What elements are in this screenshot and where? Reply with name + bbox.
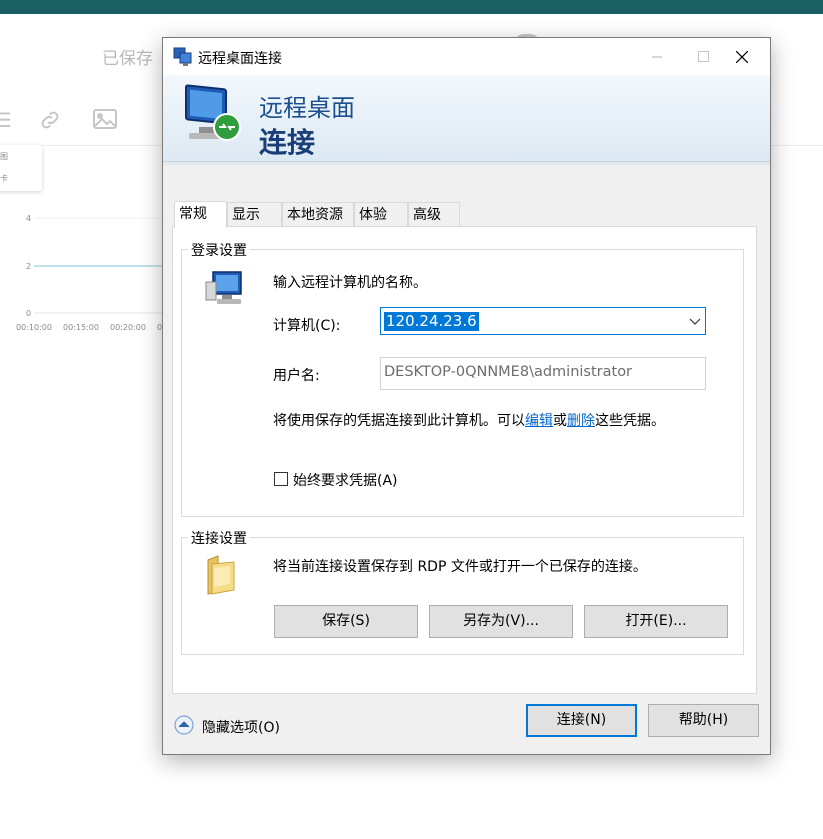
- connection-description: 将当前连接设置保存到 RDP 文件或打开一个已保存的连接。: [273, 559, 647, 575]
- title-bar[interactable]: 远程桌面连接: [163, 38, 770, 75]
- computer-combobox[interactable]: 120.24.23.6: [380, 307, 706, 335]
- edit-credentials-link[interactable]: 编辑: [525, 413, 553, 429]
- connection-settings-label: 连接设置: [188, 528, 250, 548]
- tab-advanced[interactable]: 高级: [408, 202, 460, 226]
- username-value: DESKTOP-0QNNME8\administrator: [384, 364, 633, 380]
- remote-desktop-computer-icon: [185, 84, 241, 141]
- computer-name-instruction: 输入远程计算机的名称。: [273, 275, 427, 291]
- save-button[interactable]: 保存(S): [274, 605, 418, 638]
- tab-local-resources[interactable]: 本地资源: [282, 202, 354, 226]
- tab-display[interactable]: 显示: [227, 202, 282, 226]
- dialog-title: 远程桌面连接: [198, 51, 282, 67]
- link-icon[interactable]: [38, 108, 62, 137]
- list-icon[interactable]: ☰: [0, 108, 12, 132]
- computer-icon: [205, 271, 242, 304]
- always-ask-credentials-label[interactable]: 始终要求凭据(A): [293, 470, 398, 490]
- delete-credentials-link[interactable]: 删除: [567, 413, 595, 429]
- credentials-text-or: 或: [553, 413, 567, 429]
- login-settings-group: 登录设置 输入远程计算机的名称。 计算机(C): 120.24.23.6 用户名…: [181, 240, 744, 517]
- computer-value[interactable]: 120.24.23.6: [384, 312, 479, 331]
- help-button[interactable]: 帮助(H): [648, 704, 759, 737]
- dialog-banner: 远程桌面 连接: [163, 75, 770, 165]
- tab-experience[interactable]: 体验: [354, 202, 408, 226]
- computer-label: 计算机(C):: [273, 318, 341, 334]
- connection-settings-group: 连接设置 将当前连接设置保存到 RDP 文件或打开一个已保存的连接。 保存(S)…: [181, 528, 744, 655]
- folder-icon: [207, 555, 235, 595]
- connect-button[interactable]: 连接(N): [526, 704, 637, 737]
- hide-options-label[interactable]: 隐藏选项(O): [202, 717, 280, 737]
- save-as-button[interactable]: 另存为(V)...: [429, 605, 573, 638]
- general-tab-panel: 登录设置 输入远程计算机的名称。 计算机(C): 120.24.23.6 用户名…: [172, 226, 757, 694]
- close-icon: [736, 50, 748, 63]
- background-top-bar: [0, 0, 823, 14]
- banner-title-line2: 连接: [259, 126, 316, 159]
- chart-x-tick: 00:15:00: [63, 323, 99, 332]
- hide-options-arrow-icon[interactable]: [174, 715, 194, 735]
- chart-x-tick: 00:10:00: [16, 323, 52, 332]
- background-saved-status: 已保存: [102, 49, 153, 69]
- chart-y-tick: 4: [26, 214, 31, 223]
- minimize-button[interactable]: [634, 38, 680, 75]
- chevron-down-icon[interactable]: [689, 315, 701, 327]
- chart-y-tick: 0: [26, 309, 31, 318]
- close-button[interactable]: [719, 38, 765, 75]
- tab-general[interactable]: 常规: [174, 201, 227, 228]
- image-icon[interactable]: [92, 108, 118, 135]
- maximize-icon: [697, 51, 709, 62]
- remote-desktop-app-icon: [173, 47, 192, 66]
- username-field: DESKTOP-0QNNME8\administrator: [380, 357, 706, 390]
- login-settings-label: 登录设置: [188, 240, 250, 260]
- credentials-text: 将使用保存的凭据连接到此计算机。可以: [273, 413, 525, 429]
- minimize-icon: [652, 56, 662, 57]
- banner-title-line1: 远程桌面: [259, 94, 355, 122]
- banner-divider: [163, 162, 770, 165]
- open-button[interactable]: 打开(E)...: [584, 605, 728, 638]
- remote-desktop-dialog: 远程桌面连接 远程桌面 连接 常规 显示 本地资源 体验 高级 登录设置 输入远…: [162, 37, 771, 755]
- background-line-chart: 4 2 0 00:10:00 00:15:00 00:20:00 0: [16, 214, 170, 332]
- chart-x-tick: 00:20:00: [110, 323, 146, 332]
- username-label: 用户名:: [273, 368, 320, 384]
- always-ask-credentials-checkbox[interactable]: [274, 472, 288, 486]
- credentials-text-end: 这些凭据。: [595, 413, 665, 429]
- chart-y-tick: 2: [26, 262, 31, 271]
- saved-credentials-message: 将使用保存的凭据连接到此计算机。可以编辑或删除这些凭据。: [273, 410, 665, 430]
- background-menu-item[interactable]: 图: [0, 151, 8, 162]
